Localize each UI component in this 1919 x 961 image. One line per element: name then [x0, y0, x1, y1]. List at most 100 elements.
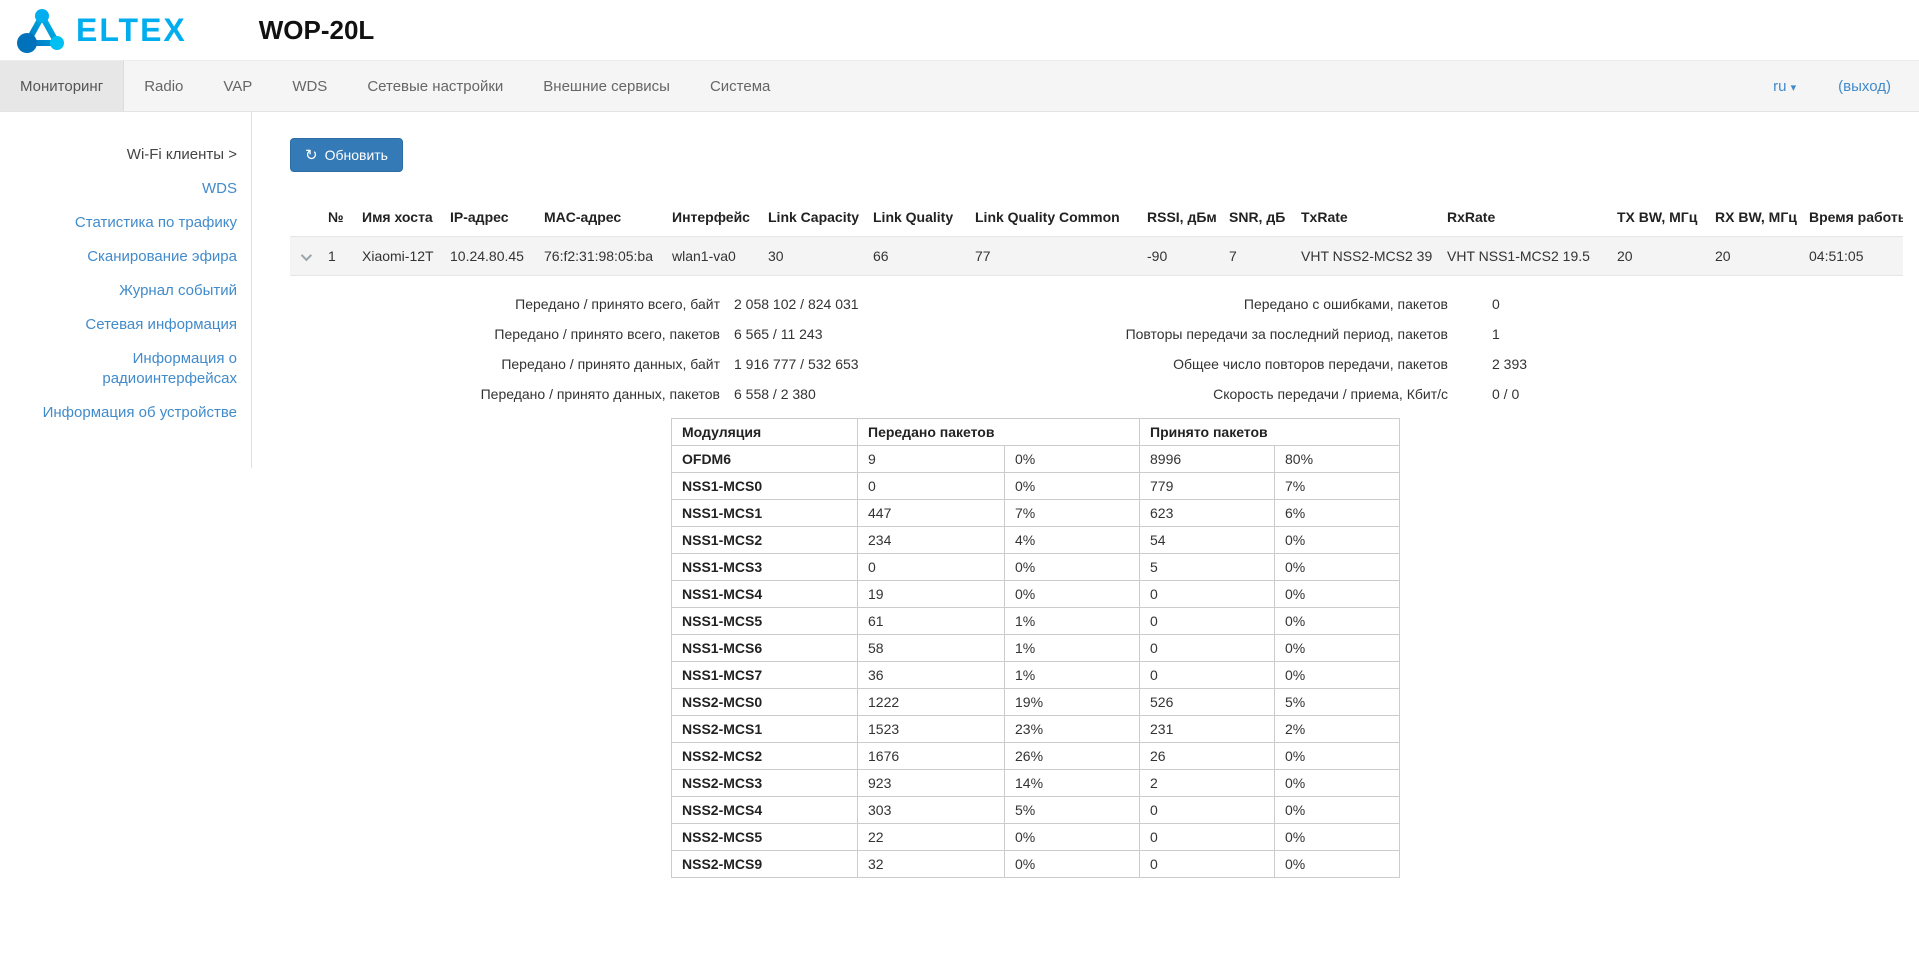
modulation-value: 0% [1005, 446, 1140, 473]
sidebar-item-radio-interfaces-info[interactable]: Информация о радиоинтерфейсах [10, 342, 237, 396]
client-tx-bw: 20 [1609, 237, 1707, 276]
modulation-value: 7% [1005, 500, 1140, 527]
modulation-value: 0% [1275, 608, 1400, 635]
modulation-value: 0 [1140, 581, 1275, 608]
stat-value: 6 558 / 2 380 [734, 386, 1004, 402]
modulation-value: 0 [1140, 608, 1275, 635]
col-rssi: RSSI, дБм [1139, 198, 1221, 237]
modulation-value: 623 [1140, 500, 1275, 527]
modulation-header-row: Модуляция Передано пакетов Принято пакет… [672, 419, 1400, 446]
nav-right: ru ▾ (выход) [1773, 61, 1919, 111]
modulation-value: 61 [858, 608, 1005, 635]
sidebar-item-air-scan[interactable]: Сканирование эфира [10, 240, 237, 274]
col-mac: MAC-адрес [536, 198, 664, 237]
client-rssi: -90 [1139, 237, 1221, 276]
modulation-name: NSS2-MCS9 [672, 851, 858, 878]
main-content: ↻ Обновить № Имя хоста IP-адрес [252, 112, 1919, 878]
modulation-value: 19% [1005, 689, 1140, 716]
stat-value: 0 [1462, 296, 1903, 312]
refresh-icon: ↻ [305, 148, 318, 163]
modulation-value: 0% [1275, 554, 1400, 581]
client-row[interactable]: 1 Xiaomi-12T 10.24.80.45 76:f2:31:98:05:… [290, 237, 1903, 276]
language-label: ru [1773, 78, 1786, 95]
tab-external-services[interactable]: Внешние сервисы [523, 61, 690, 111]
modulation-value: 0% [1275, 527, 1400, 554]
modulation-value: 58 [858, 635, 1005, 662]
stat-label: Повторы передачи за последний период, па… [1018, 326, 1448, 342]
sidebar-item-device-info[interactable]: Информация об устройстве [10, 396, 237, 430]
eltex-logo: ELTEX [14, 6, 187, 54]
modulation-value: 0% [1275, 743, 1400, 770]
chevron-down-icon [301, 250, 312, 261]
sidebar-item-network-info[interactable]: Сетевая информация [10, 308, 237, 342]
modulation-value: 0% [1005, 581, 1140, 608]
expand-toggle[interactable] [290, 237, 320, 276]
col-txrate: TxRate [1293, 198, 1439, 237]
stat-label: Передано / принято данных, байт [290, 356, 720, 372]
tab-radio[interactable]: Radio [124, 61, 203, 111]
modulation-value: 0% [1275, 635, 1400, 662]
modulation-value: 32 [858, 851, 1005, 878]
sidebar-item-traffic-stats[interactable]: Статистика по трафику [10, 206, 237, 240]
sidebar-item-wds[interactable]: WDS [10, 172, 237, 206]
sidebar-item-wifi-clients[interactable]: Wi-Fi клиенты > [10, 138, 237, 172]
client-link-quality: 66 [865, 237, 967, 276]
modulation-value: 526 [1140, 689, 1275, 716]
stat-label: Общее число повторов передачи, пакетов [1018, 356, 1448, 372]
logout-link[interactable]: (выход) [1838, 78, 1891, 95]
stat-label: Передано с ошибками, пакетов [1018, 296, 1448, 312]
modulation-row: NSS2-MCS392314%20% [672, 770, 1400, 797]
modulation-value: 5% [1275, 689, 1400, 716]
layout: Wi-Fi клиенты > WDS Статистика по трафик… [0, 112, 1919, 878]
clients-table-header-row: № Имя хоста IP-адрес MAC-адрес Интерфейс… [290, 198, 1903, 237]
modulation-value: 923 [858, 770, 1005, 797]
modulation-value: 14% [1005, 770, 1140, 797]
stat-value: 0 / 0 [1462, 386, 1903, 402]
modulation-name: NSS1-MCS6 [672, 635, 858, 662]
modulation-value: 6% [1275, 500, 1400, 527]
modulation-row: NSS2-MCS0122219%5265% [672, 689, 1400, 716]
refresh-button[interactable]: ↻ Обновить [290, 138, 403, 172]
col-link-quality-common: Link Quality Common [967, 198, 1139, 237]
tab-wds[interactable]: WDS [272, 61, 347, 111]
logo-text: ELTEX [76, 14, 187, 46]
tab-monitoring[interactable]: Мониторинг [0, 61, 124, 111]
modulation-col-rx: Принято пакетов [1140, 419, 1400, 446]
modulation-name: NSS2-MCS0 [672, 689, 858, 716]
modulation-name: NSS1-MCS1 [672, 500, 858, 527]
modulation-value: 23% [1005, 716, 1140, 743]
modulation-row: NSS1-MCS7361%00% [672, 662, 1400, 689]
client-rx-bw: 20 [1707, 237, 1801, 276]
client-hostname: Xiaomi-12T [354, 237, 442, 276]
modulation-value: 0 [1140, 824, 1275, 851]
modulation-value: 0% [1005, 851, 1140, 878]
stat-value: 6 565 / 11 243 [734, 326, 1004, 342]
modulation-name: NSS1-MCS5 [672, 608, 858, 635]
header-bar: ELTEX WOP-20L [0, 0, 1919, 60]
stat-value: 2 058 102 / 824 031 [734, 296, 1004, 312]
stat-value: 1 [1462, 326, 1903, 342]
col-rx-bw: RX BW, МГц [1707, 198, 1801, 237]
modulation-value: 0% [1275, 581, 1400, 608]
modulation-row: NSS1-MCS6581%00% [672, 635, 1400, 662]
modulation-value: 0% [1275, 824, 1400, 851]
modulation-value: 0% [1275, 770, 1400, 797]
modulation-name: NSS1-MCS2 [672, 527, 858, 554]
modulation-value: 5% [1005, 797, 1140, 824]
sidebar-item-event-log[interactable]: Журнал событий [10, 274, 237, 308]
modulation-name: NSS1-MCS3 [672, 554, 858, 581]
modulation-value: 22 [858, 824, 1005, 851]
stat-value: 2 393 [1462, 356, 1903, 372]
language-select[interactable]: ru ▾ [1773, 78, 1796, 95]
col-rxrate: RxRate [1439, 198, 1609, 237]
tab-vap[interactable]: VAP [203, 61, 272, 111]
tab-network-settings[interactable]: Сетевые настройки [347, 61, 523, 111]
modulation-name: NSS1-MCS0 [672, 473, 858, 500]
expand-column-header [290, 198, 320, 237]
client-ip: 10.24.80.45 [442, 237, 536, 276]
tab-system[interactable]: Система [690, 61, 790, 111]
modulation-value: 26 [1140, 743, 1275, 770]
col-link-quality: Link Quality [865, 198, 967, 237]
modulation-row: NSS2-MCS2167626%260% [672, 743, 1400, 770]
modulation-value: 0 [1140, 851, 1275, 878]
